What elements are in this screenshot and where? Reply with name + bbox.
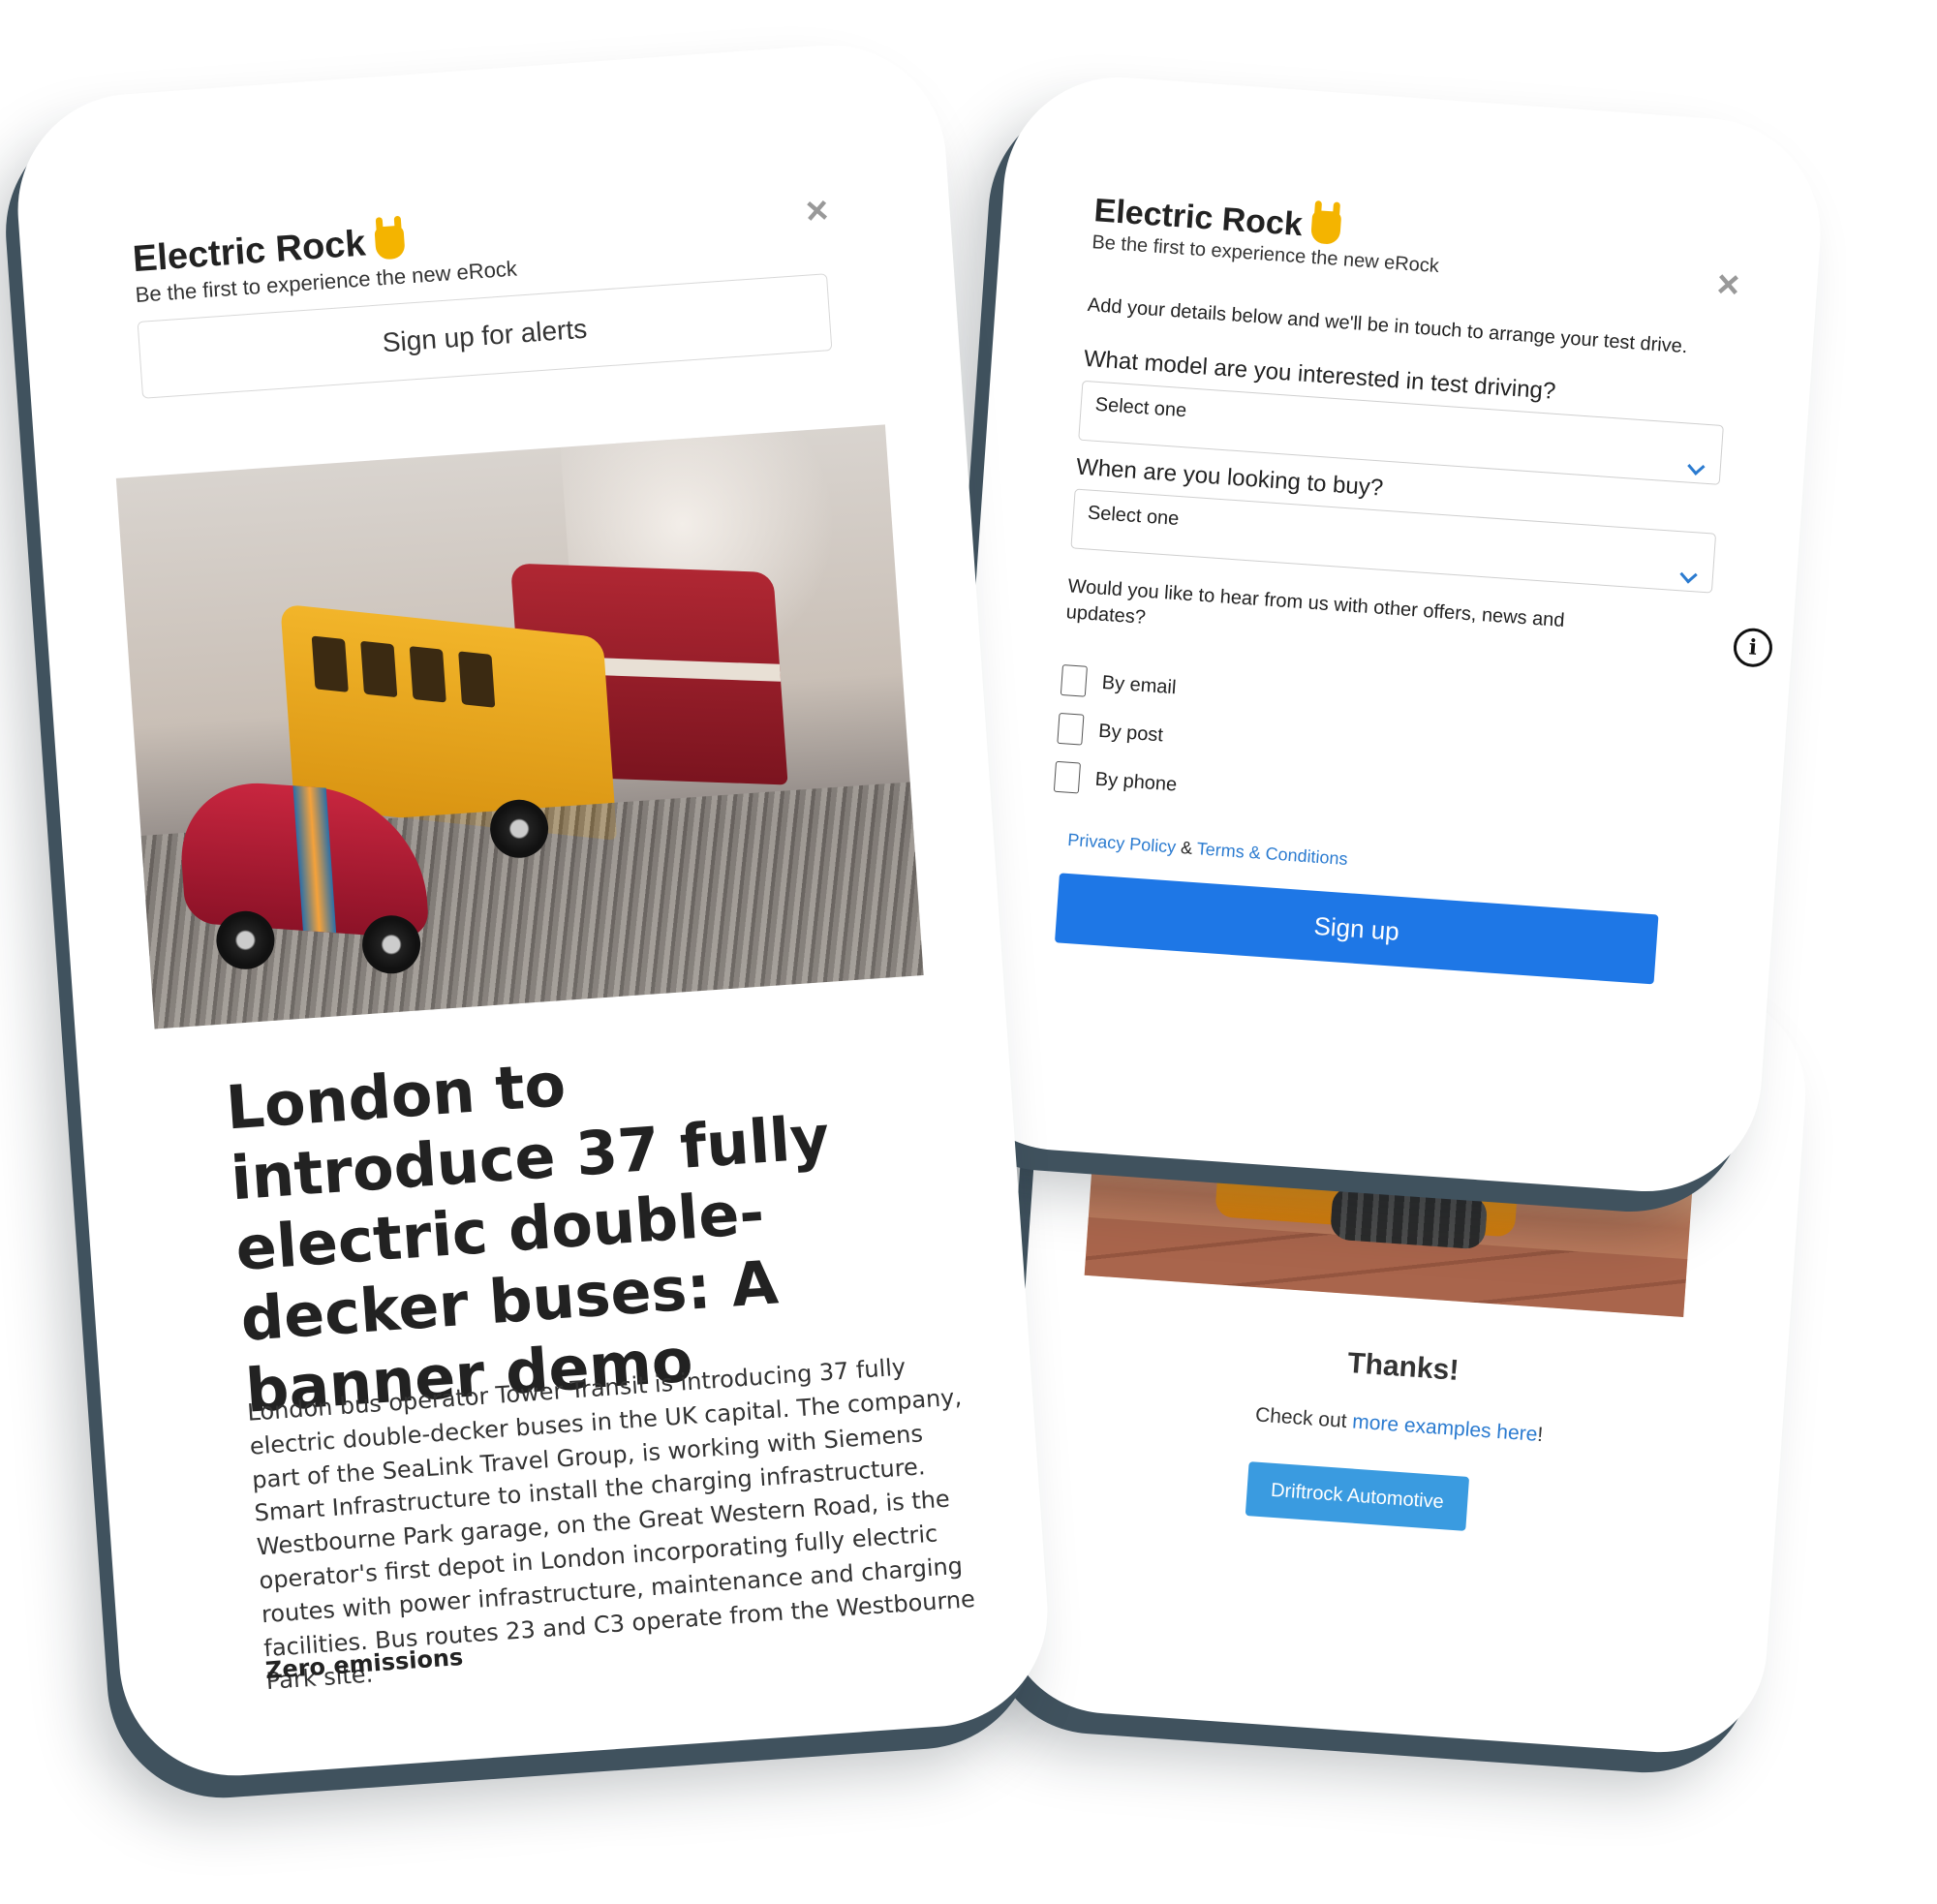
thanks-text-prefix: Check out	[1254, 1403, 1348, 1432]
privacy-policy-link[interactable]: Privacy Policy	[1067, 830, 1177, 857]
toy-tread	[1329, 1185, 1489, 1250]
checkbox-post[interactable]	[1057, 712, 1085, 746]
form-card: × Electric Rock Be the first to experien…	[937, 69, 1829, 1200]
bus-window	[311, 635, 349, 692]
bus-window	[409, 646, 446, 703]
model-select-value: Select one	[1094, 393, 1187, 422]
terms-link[interactable]: Terms & Conditions	[1196, 839, 1348, 869]
chevron-down-icon	[1687, 457, 1706, 476]
driftrock-automotive-button[interactable]: Driftrock Automotive	[1245, 1461, 1470, 1531]
more-examples-link[interactable]: more examples here	[1352, 1410, 1539, 1445]
toy-buses-photo	[115, 424, 924, 1029]
links-separator: &	[1180, 838, 1193, 858]
car-stripe	[292, 785, 337, 934]
article-card: × Electric Rock Be the first to experien…	[10, 37, 1056, 1784]
checkbox-phone[interactable]	[1053, 760, 1081, 794]
chevron-down-icon	[1679, 566, 1698, 584]
article-body: London bus operator Tower Transit is int…	[246, 1353, 976, 1696]
checkbox-email[interactable]	[1060, 664, 1088, 697]
form-content: Electric Rock Be the first to experience…	[1043, 192, 1752, 988]
timing-select-value: Select one	[1087, 502, 1181, 531]
rock-on-hand-icon	[374, 225, 406, 261]
optin-question: Would you like to hear from us with othe…	[1065, 575, 1566, 632]
bus-window	[458, 651, 496, 708]
banner-header: Electric Rock Be the first to experience…	[132, 190, 858, 399]
checkbox-label: By email	[1101, 671, 1178, 698]
checkbox-label: By phone	[1094, 768, 1178, 796]
checkbox-label: By post	[1097, 720, 1164, 746]
stage: Thanks! Check out more examples here! Dr…	[0, 0, 1937, 1904]
sign-up-button[interactable]: Sign up	[1054, 873, 1659, 985]
contact-preferences: By email By post By phone	[1053, 664, 1720, 838]
rock-on-hand-icon	[1310, 209, 1342, 245]
thanks-text-suffix: !	[1536, 1423, 1544, 1447]
bus-window	[360, 640, 398, 698]
info-icon[interactable]: i	[1732, 627, 1774, 669]
